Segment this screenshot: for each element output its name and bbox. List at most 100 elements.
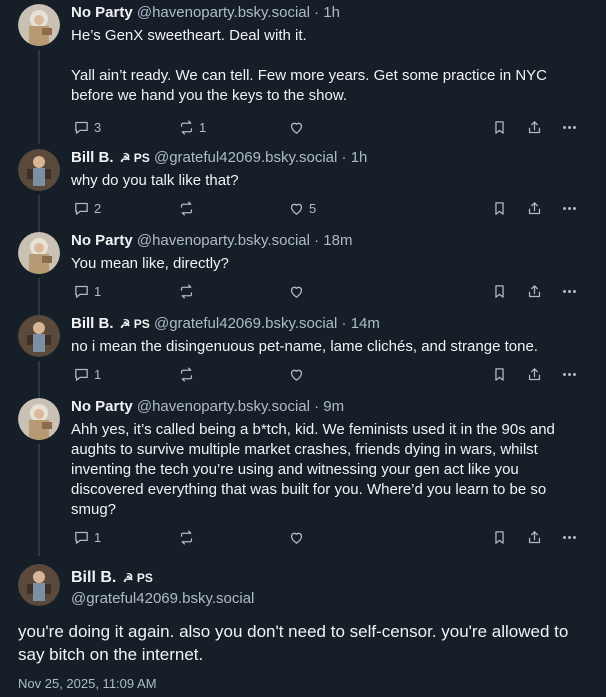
share-icon xyxy=(528,530,541,543)
repost-button[interactable] xyxy=(178,526,199,548)
more-button[interactable] xyxy=(561,116,578,138)
author-handle[interactable]: @havenoparty.bsky.social xyxy=(137,398,310,415)
avatar-column xyxy=(18,232,60,274)
post-content: Bill B. ☭ PS @grateful42069.bsky.social … xyxy=(71,149,588,191)
like-button[interactable] xyxy=(288,526,309,548)
author-handle[interactable]: @havenoparty.bsky.social xyxy=(137,4,310,21)
more-icon xyxy=(563,125,576,129)
author-handle[interactable]: @grateful42069.bsky.social xyxy=(71,590,254,607)
post-content: Bill B. ☭ PS @grateful42069.bsky.social … xyxy=(71,315,588,357)
bookmark-icon xyxy=(495,284,504,298)
post-actions: 1 xyxy=(71,363,588,385)
like-button[interactable] xyxy=(288,280,309,302)
post-header: Bill B. ☭ PS @grateful42069.bsky.social … xyxy=(71,149,588,167)
author-handle[interactable]: @grateful42069.bsky.social xyxy=(154,149,337,166)
author-badge: ☭ PS xyxy=(122,571,153,585)
repost-icon xyxy=(180,200,193,216)
share-button[interactable] xyxy=(526,363,543,385)
reply-count: 1 xyxy=(94,283,102,299)
avatar-column xyxy=(18,564,60,606)
reply-button[interactable]: 1 xyxy=(73,526,101,548)
author-name[interactable]: No Party xyxy=(71,4,133,21)
post-actions: 1 xyxy=(71,280,588,302)
repost-icon xyxy=(180,366,193,382)
repost-button[interactable] xyxy=(178,197,199,219)
author-handle[interactable]: @havenoparty.bsky.social xyxy=(137,232,310,249)
post-time[interactable]: 9m xyxy=(323,398,344,415)
avatar[interactable] xyxy=(18,398,60,440)
author-name[interactable]: Bill B. xyxy=(71,149,114,166)
separator-dot: · xyxy=(309,398,324,415)
share-icon xyxy=(528,120,541,133)
share-button[interactable] xyxy=(526,197,543,219)
reply-count: 2 xyxy=(94,200,102,216)
bookmark-icon xyxy=(495,120,504,134)
thread-line xyxy=(38,361,40,401)
bookmark-button[interactable] xyxy=(491,280,508,302)
post-time[interactable]: 1h xyxy=(323,4,340,21)
more-icon xyxy=(563,372,576,376)
post-header: No Party @havenoparty.bsky.social · 18m xyxy=(71,232,588,250)
more-button[interactable] xyxy=(561,363,578,385)
like-button[interactable] xyxy=(288,116,309,138)
more-icon xyxy=(563,289,576,293)
reply-button[interactable]: 1 xyxy=(73,363,101,385)
repost-count: 1 xyxy=(199,119,207,135)
avatar-column xyxy=(18,315,60,357)
post-text: you're doing it again. also you don't ne… xyxy=(18,622,569,664)
more-icon xyxy=(563,535,576,539)
author-name[interactable]: Bill B. xyxy=(71,569,116,586)
post-time[interactable]: 18m xyxy=(323,232,352,249)
avatar-column xyxy=(18,398,60,440)
avatar[interactable] xyxy=(18,315,60,357)
post-time[interactable]: 1h xyxy=(351,149,368,166)
reply-button[interactable]: 2 xyxy=(73,197,101,219)
share-button[interactable] xyxy=(526,280,543,302)
avatar[interactable] xyxy=(18,232,60,274)
repost-button[interactable]: 1 xyxy=(178,116,206,138)
like-icon xyxy=(290,122,303,134)
post-content: No Party @havenoparty.bsky.social · 18m … xyxy=(71,232,588,274)
like-icon xyxy=(290,203,303,215)
separator-dot: · xyxy=(337,149,351,166)
share-button[interactable] xyxy=(526,526,543,548)
reply-icon xyxy=(75,368,88,381)
avatar[interactable] xyxy=(18,564,60,606)
post-header: Bill B. ☭ PS @grateful42069.bsky.social … xyxy=(71,315,588,333)
post-text: Ahh yes, it’s called being a b*tch, kid.… xyxy=(71,421,555,518)
like-button[interactable]: 5 xyxy=(288,197,316,219)
author-name[interactable]: No Party xyxy=(71,232,133,249)
repost-icon xyxy=(180,283,193,299)
post-content: No Party @havenoparty.bsky.social · 1h H… xyxy=(71,4,588,106)
bookmark-button[interactable] xyxy=(491,197,508,219)
like-icon xyxy=(290,286,303,298)
bookmark-button[interactable] xyxy=(491,363,508,385)
more-button[interactable] xyxy=(561,280,578,302)
repost-button[interactable] xyxy=(178,363,199,385)
reply-button[interactable]: 3 xyxy=(73,116,101,138)
share-button[interactable] xyxy=(526,116,543,138)
author-name[interactable]: Bill B. xyxy=(71,315,114,332)
like-button[interactable] xyxy=(288,363,309,385)
reply-icon xyxy=(75,285,88,298)
bookmark-button[interactable] xyxy=(491,116,508,138)
reply-button[interactable]: 1 xyxy=(73,280,101,302)
separator-dot: · xyxy=(337,315,351,332)
avatar[interactable] xyxy=(18,149,60,191)
post-text: He’s GenX sweetheart. Deal with it. Yall… xyxy=(71,27,548,104)
thread-line xyxy=(38,278,40,318)
more-button[interactable] xyxy=(561,197,578,219)
post-actions: 1 xyxy=(71,526,588,548)
more-button[interactable] xyxy=(561,526,578,548)
bookmark-button[interactable] xyxy=(491,526,508,548)
share-icon xyxy=(528,284,541,297)
post-time[interactable]: 14m xyxy=(351,315,380,332)
reply-count: 1 xyxy=(94,529,102,545)
author-name[interactable]: No Party xyxy=(71,398,133,415)
avatar[interactable] xyxy=(18,4,60,46)
thread-line xyxy=(38,444,40,556)
author-handle[interactable]: @grateful42069.bsky.social xyxy=(154,315,337,332)
post-date: Nov 25, 2025, 11:09 AM xyxy=(18,676,157,691)
repost-button[interactable] xyxy=(178,280,199,302)
bookmark-icon xyxy=(495,530,504,544)
